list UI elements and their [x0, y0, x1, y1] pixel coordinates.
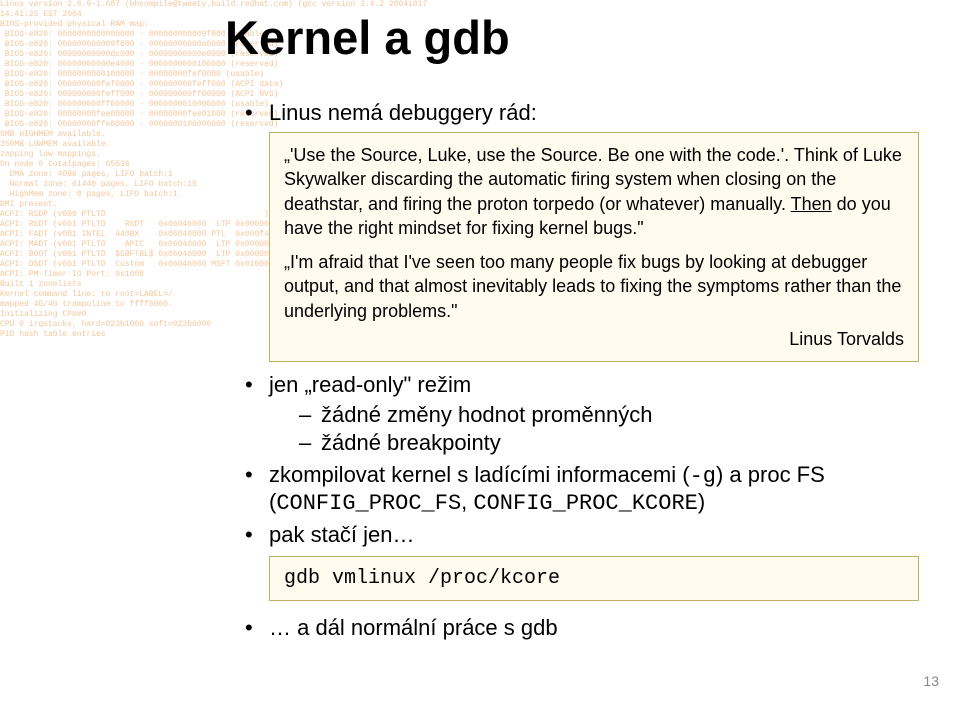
slide-title: Kernel a gdb	[225, 10, 919, 65]
bullet-text: zkompilovat kernel s ladícími informacem…	[269, 462, 690, 487]
bullet-text: jen „read-only" režim	[269, 372, 471, 397]
quote-paragraph-1: „'Use the Source, Luke, use the Source. …	[284, 143, 904, 240]
slide-content: Kernel a gdb Linus nemá debuggery rád: „…	[0, 0, 959, 641]
code-box: gdb vmlinux /proc/kcore	[269, 556, 919, 601]
sub-bullet: žádné breakpointy	[299, 430, 919, 456]
bullet-text: ,	[461, 489, 473, 514]
code-inline: CONFIG_PROC_KCORE	[473, 491, 697, 516]
bullet-text: pak stačí jen…	[269, 522, 415, 547]
bullet-text: )	[698, 489, 705, 514]
page-number: 13	[923, 673, 939, 689]
quote-box: „'Use the Source, Luke, use the Source. …	[269, 132, 919, 362]
sub-list: žádné změny hodnot proměnných žádné brea…	[269, 402, 919, 456]
bullet-text: Linus nemá debuggery rád:	[269, 100, 537, 125]
code-inline: CONFIG_PROC_FS	[276, 491, 461, 516]
quote-text-underline: Then	[791, 194, 832, 214]
bullet-linus: Linus nemá debuggery rád: „'Use the Sour…	[245, 100, 919, 362]
bullet-continue: … a dál normální práce s gdb	[245, 615, 919, 641]
bullet-compile: zkompilovat kernel s ladícími informacem…	[245, 462, 919, 516]
sub-bullet: žádné změny hodnot proměnných	[299, 402, 919, 428]
quote-paragraph-2: „I'm afraid that I've seen too many peop…	[284, 250, 904, 323]
code-inline: -g	[690, 464, 716, 489]
main-bullet-list: Linus nemá debuggery rád: „'Use the Sour…	[225, 100, 919, 641]
bullet-text: … a dál normální práce s gdb	[269, 615, 558, 640]
quote-attribution: Linus Torvalds	[284, 327, 904, 351]
bullet-readonly: jen „read-only" režim žádné změny hodnot…	[245, 372, 919, 456]
bullet-then: pak stačí jen… gdb vmlinux /proc/kcore	[245, 522, 919, 601]
